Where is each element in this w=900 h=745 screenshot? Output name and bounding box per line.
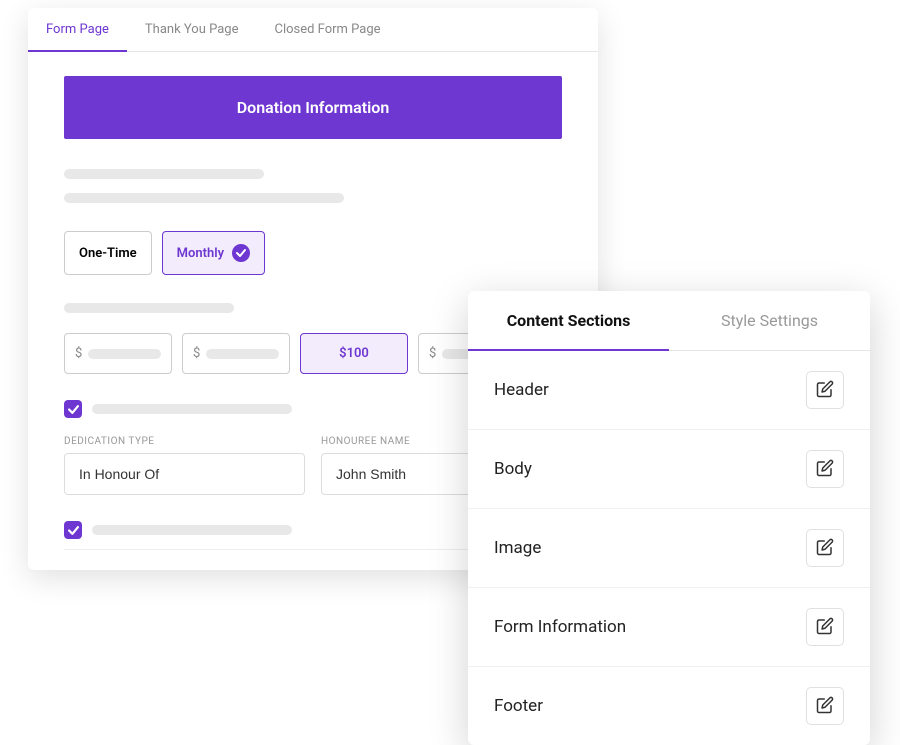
- placeholder-pill: [206, 349, 279, 359]
- section-name: Form Information: [494, 617, 626, 637]
- edit-icon: [816, 380, 834, 401]
- check-circle-icon: [232, 244, 250, 262]
- field-label: DEDICATION TYPE: [64, 436, 305, 447]
- edit-icon: [816, 538, 834, 559]
- checkbox-checked-icon[interactable]: [64, 521, 82, 539]
- placeholder-line: [64, 169, 264, 179]
- amount-value: $100: [339, 346, 369, 361]
- section-item-body: Body: [468, 430, 870, 509]
- frequency-monthly[interactable]: Monthly: [162, 231, 265, 275]
- page-tabs: Form Page Thank You Page Closed Form Pag…: [28, 8, 598, 52]
- checkbox-checked-icon[interactable]: [64, 400, 82, 418]
- currency-symbol: $: [429, 346, 436, 361]
- dedication-type-input[interactable]: [64, 453, 305, 495]
- section-name: Image: [494, 538, 541, 558]
- placeholder-line: [64, 303, 234, 313]
- section-item-header: Header: [468, 351, 870, 430]
- tab-closed-form[interactable]: Closed Form Page: [256, 8, 398, 51]
- section-banner: Donation Information: [64, 76, 562, 139]
- amount-option[interactable]: $: [182, 333, 290, 374]
- tab-content-sections[interactable]: Content Sections: [468, 291, 669, 350]
- settings-tabs: Content Sections Style Settings: [468, 291, 870, 351]
- edit-body-button[interactable]: [806, 450, 844, 488]
- edit-icon: [816, 459, 834, 480]
- settings-panel: Content Sections Style Settings Header B…: [468, 291, 870, 745]
- frequency-row: One-Time Monthly: [64, 231, 562, 275]
- amount-option-selected[interactable]: $100: [300, 333, 408, 374]
- placeholder-pill: [88, 349, 161, 359]
- amount-option[interactable]: $: [64, 333, 172, 374]
- edit-form-information-button[interactable]: [806, 608, 844, 646]
- section-name: Footer: [494, 696, 543, 716]
- edit-header-button[interactable]: [806, 371, 844, 409]
- tab-form-page[interactable]: Form Page: [28, 8, 127, 51]
- frequency-one-time[interactable]: One-Time: [64, 231, 152, 275]
- currency-symbol: $: [75, 346, 82, 361]
- section-item-form-information: Form Information: [468, 588, 870, 667]
- field-dedication-type: DEDICATION TYPE: [64, 436, 305, 495]
- section-name: Body: [494, 459, 532, 479]
- tab-thank-you[interactable]: Thank You Page: [127, 8, 257, 51]
- placeholder-line: [92, 525, 292, 535]
- section-item-footer: Footer: [468, 667, 870, 745]
- placeholder-line: [92, 404, 292, 414]
- edit-icon: [816, 617, 834, 638]
- frequency-label: Monthly: [177, 246, 224, 261]
- placeholder-line: [64, 193, 344, 203]
- tab-style-settings[interactable]: Style Settings: [669, 291, 870, 350]
- edit-image-button[interactable]: [806, 529, 844, 567]
- edit-footer-button[interactable]: [806, 687, 844, 725]
- frequency-label: One-Time: [79, 246, 137, 261]
- section-item-image: Image: [468, 509, 870, 588]
- section-name: Header: [494, 380, 549, 400]
- edit-icon: [816, 696, 834, 717]
- currency-symbol: $: [193, 346, 200, 361]
